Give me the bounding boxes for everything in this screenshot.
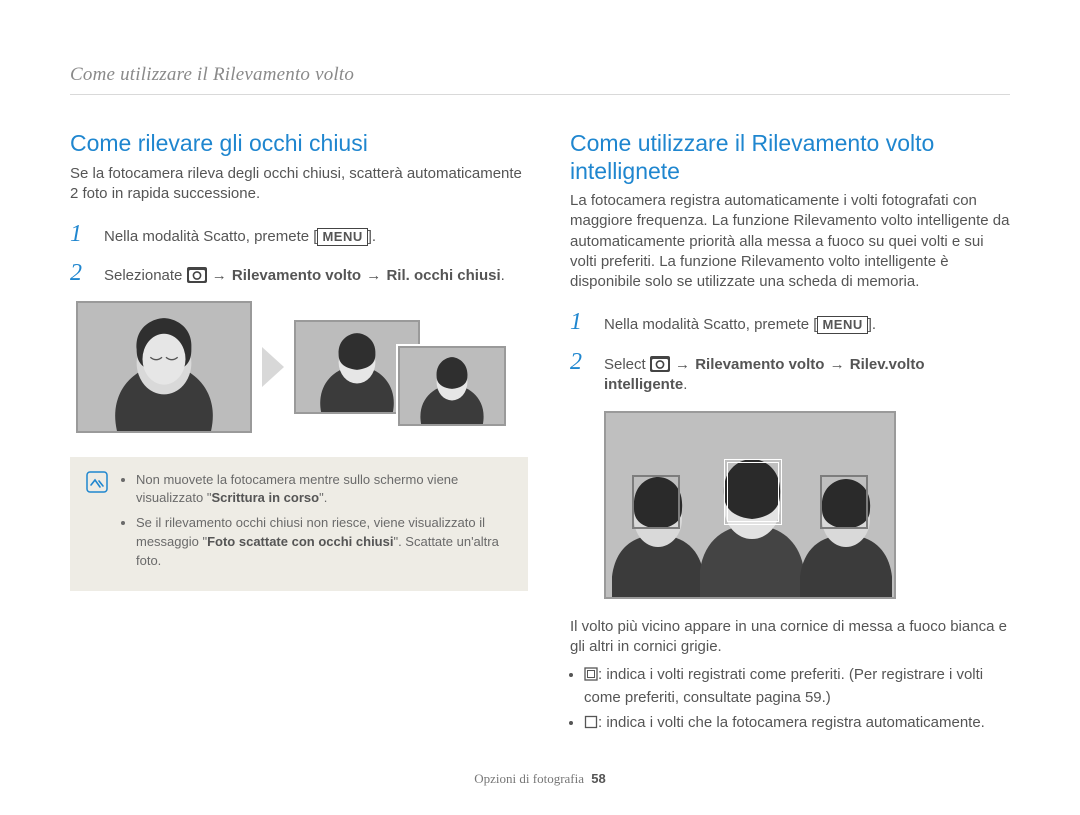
focus-rect-grey: [820, 475, 868, 529]
arrow-separator: →: [674, 356, 691, 373]
menu-button-label: MENU: [317, 228, 367, 246]
thumbnail-pair: [294, 320, 528, 414]
page-number: 58: [587, 771, 605, 786]
step-body: Nella modalità Scatto, premete [MENU].: [604, 315, 1010, 335]
step-text: Select: [604, 356, 650, 373]
left-column: Come rilevare gli occhi chiusi Se la fot…: [70, 120, 528, 755]
auto-indicator-icon: [584, 714, 598, 735]
path-segment: Rilevamento volto: [695, 356, 824, 373]
step-body: Nella modalità Scatto, premete [MENU].: [104, 227, 528, 247]
smart-detect-illustration: [604, 411, 896, 599]
legend-item: : indica i volti registrati come preferi…: [584, 664, 1010, 708]
note-item: Non muovete la fotocamera mentre sullo s…: [136, 471, 514, 509]
highlight-text: Foto scattate con occhi chiusi: [207, 534, 393, 549]
path-segment: Ril. occhi chiusi: [386, 267, 500, 284]
focus-rect-white: [724, 459, 782, 525]
step-2-right: 2 Select → Rilevamento volto → Rilev.vol…: [570, 350, 1010, 396]
page-header-breadcrumb: Come utilizzare il Rilevamento volto: [70, 64, 354, 86]
highlight-text: Scrittura in corso: [211, 490, 319, 505]
section-title-blink: Come rilevare gli occhi chiusi: [70, 130, 528, 158]
camera-icon: [650, 356, 670, 372]
note-item: Se il rilevamento occhi chiusi non riesc…: [136, 514, 514, 571]
step-text-suffix: ].: [868, 316, 876, 333]
header-divider: [70, 94, 1010, 95]
step-number: 1: [70, 222, 88, 246]
section-title-smart: Come utilizzare il Rilevamento volto int…: [570, 130, 1010, 185]
legend-list: : indica i volti registrati come preferi…: [570, 664, 1010, 735]
arrow-separator: →: [211, 267, 228, 284]
footer-section: Opzioni di fotografia: [474, 771, 584, 786]
intro-text-smart: La fotocamera registra automaticamente i…: [570, 191, 1010, 292]
step-text: Selezionate: [104, 267, 187, 284]
legend-item: : indica i volti che la fotocamera regis…: [584, 712, 1010, 735]
step-body: Selezionate → Rilevamento volto → Ril. o…: [104, 266, 528, 286]
note-list: Non muovete la fotocamera mentre sullo s…: [122, 471, 514, 577]
note-icon: [86, 471, 108, 577]
step-1-right: 1 Nella modalità Scatto, premete [MENU].: [570, 310, 1010, 335]
right-column: Come utilizzare il Rilevamento volto int…: [570, 120, 1010, 755]
caption-text: Il volto più vicino appare in una cornic…: [570, 617, 1010, 658]
step-body: Select → Rilevamento volto → Rilev.volto…: [604, 355, 1010, 396]
favorite-indicator-icon: [584, 666, 598, 687]
blink-thumbnails: [76, 301, 528, 433]
sequence-arrow-icon: [260, 345, 286, 389]
photo-thumbnail-large: [76, 301, 252, 433]
page-footer: Opzioni di fotografia 58: [0, 771, 1080, 787]
menu-button-label: MENU: [817, 316, 867, 334]
steps-list-right: 1 Nella modalità Scatto, premete [MENU].…: [570, 310, 1010, 395]
step-text: Nella modalità Scatto, premete [: [604, 316, 817, 333]
arrow-separator: →: [829, 356, 846, 373]
step-number: 2: [570, 350, 588, 374]
focus-rect-grey: [632, 475, 680, 529]
step-text-suffix: ].: [368, 228, 376, 245]
path-segment: Rilevamento volto: [232, 267, 361, 284]
content-columns: Come rilevare gli occhi chiusi Se la fot…: [70, 120, 1010, 755]
step-number: 1: [570, 310, 588, 334]
arrow-separator: →: [365, 267, 382, 284]
step-2-left: 2 Selezionate → Rilevamento volto → Ril.…: [70, 261, 528, 286]
intro-text-blink: Se la fotocamera rileva degli occhi chiu…: [70, 164, 528, 205]
step-text: Nella modalità Scatto, premete [: [104, 228, 317, 245]
manual-page: Come utilizzare il Rilevamento volto Com…: [0, 0, 1080, 815]
step-1-left: 1 Nella modalità Scatto, premete [MENU].: [70, 222, 528, 247]
step-number: 2: [70, 261, 88, 285]
note-box: Non muovete la fotocamera mentre sullo s…: [70, 457, 528, 591]
camera-icon: [187, 267, 207, 283]
steps-list-left: 1 Nella modalità Scatto, premete [MENU].…: [70, 222, 528, 287]
photo-thumbnail-small: [398, 346, 506, 426]
